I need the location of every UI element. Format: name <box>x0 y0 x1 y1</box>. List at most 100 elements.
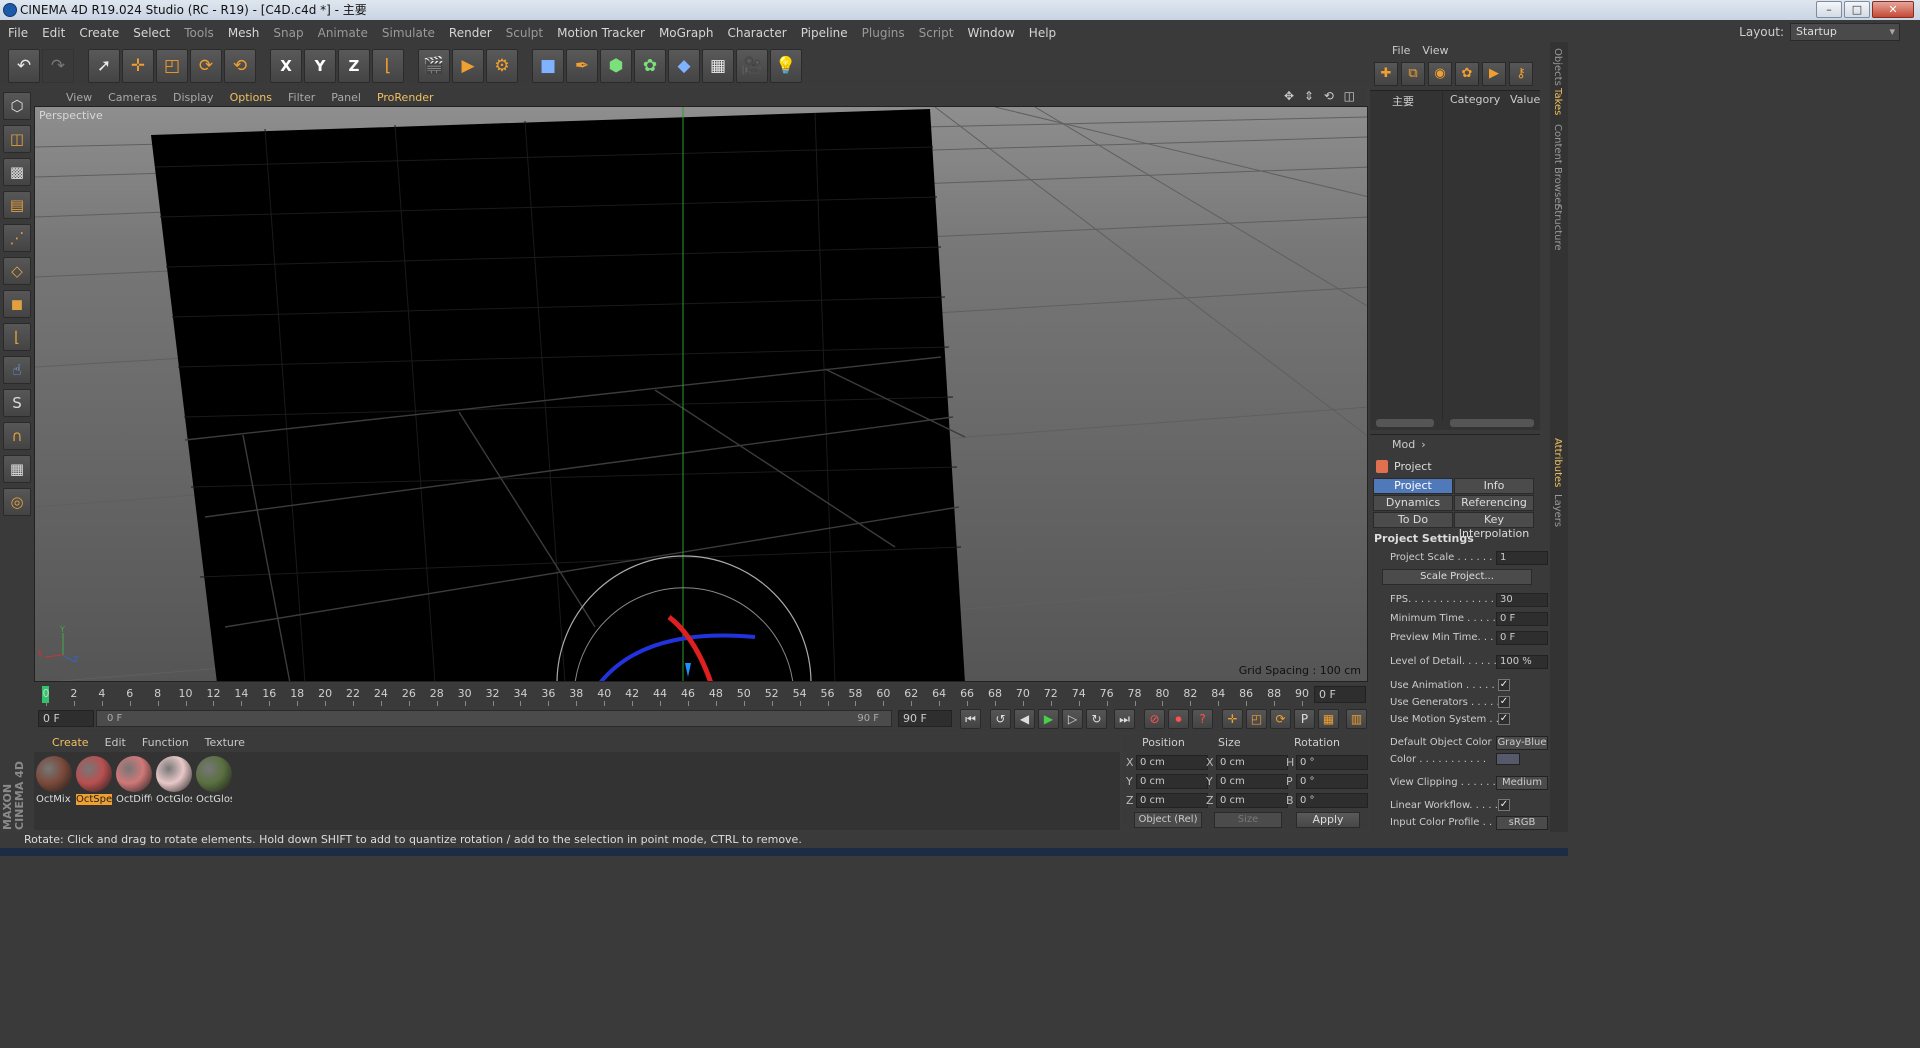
render-view-icon[interactable]: 🎬 <box>418 49 450 83</box>
start-frame-field[interactable]: 0 F <box>38 710 94 727</box>
viewport-menu-panel[interactable]: Panel <box>331 91 361 104</box>
tab-dynamics[interactable]: Dynamics <box>1373 495 1453 511</box>
tab-project-settings[interactable]: Project Settings <box>1373 478 1453 506</box>
preview-range-slider[interactable]: 0 F 90 F <box>96 710 892 727</box>
takes-menu-file[interactable]: File <box>1392 42 1410 60</box>
undo-icon[interactable]: ↶ <box>8 49 40 83</box>
side-tab-takes[interactable]: Takes <box>1552 88 1563 115</box>
add-take-icon[interactable]: ✚ <box>1374 62 1398 86</box>
use-generators-checkbox[interactable]: ✓ <box>1498 696 1510 708</box>
coordinate-mode-dropdown[interactable]: Object (Rel) <box>1134 812 1202 828</box>
timeline-window-icon[interactable]: ▥ <box>1346 709 1367 729</box>
previous-key-icon[interactable]: ↺ <box>990 709 1011 729</box>
axis-mode-icon[interactable]: ⌊ <box>3 323 31 351</box>
record-scale-icon[interactable]: ◰ <box>1246 709 1267 729</box>
material-item[interactable]: OctDiffu <box>116 756 152 805</box>
next-frame-icon[interactable]: ▷ <box>1062 709 1083 729</box>
input-color-profile-dropdown[interactable]: sRGB <box>1496 816 1548 830</box>
tab-referencing[interactable]: Referencing <box>1454 495 1534 511</box>
edges-mode-icon[interactable]: ◇ <box>3 257 31 285</box>
play-forward-icon[interactable]: ▶ <box>1038 709 1059 729</box>
record-rotation-icon[interactable]: ⟳ <box>1270 709 1291 729</box>
minimum-time-field[interactable]: 0 F <box>1496 612 1548 626</box>
cube-icon[interactable]: ■ <box>532 49 564 83</box>
size-y-field[interactable]: 0 cm <box>1216 774 1288 789</box>
scale-project-button[interactable]: Scale Project... <box>1382 569 1532 585</box>
side-tab-attributes[interactable]: Attributes <box>1552 438 1563 487</box>
view-clipping-dropdown[interactable]: Medium <box>1496 776 1548 790</box>
material-menu-edit[interactable]: Edit <box>105 734 126 752</box>
value-column-header[interactable]: Value <box>1510 93 1540 107</box>
pen-spline-icon[interactable]: ✒ <box>566 49 598 83</box>
x-axis-lock-icon[interactable]: X <box>270 49 302 83</box>
rotate-icon[interactable]: ⟳ <box>190 49 222 83</box>
menu-character[interactable]: Character <box>727 26 786 40</box>
record-position-icon[interactable]: ✛ <box>1222 709 1243 729</box>
polygons-mode-icon[interactable]: ◼ <box>3 290 31 318</box>
record-point-level-icon[interactable]: ▦ <box>1318 709 1339 729</box>
previous-frame-icon[interactable]: ◀ <box>1014 709 1035 729</box>
rotation-h-field[interactable]: 0 ° <box>1296 755 1368 770</box>
menu-mograph[interactable]: MoGraph <box>659 26 714 40</box>
size-mode-dropdown[interactable]: Size <box>1214 812 1282 828</box>
perspective-viewport[interactable]: Perspective Y X Z Grid Spacing : 100 cm <box>34 106 1368 682</box>
floor-environment-icon[interactable]: ▦ <box>702 49 734 83</box>
autokeying-icon[interactable]: ⏺ <box>1168 709 1189 729</box>
texture-mode-icon[interactable]: ▩ <box>3 158 31 186</box>
menu-file[interactable]: File <box>8 26 28 40</box>
takes-right-scrollbar[interactable] <box>1450 419 1534 427</box>
attributes-mode-menu[interactable]: Mod <box>1392 438 1415 451</box>
menu-plugins[interactable]: Plugins <box>862 26 905 40</box>
viewport-menu-view[interactable]: View <box>66 91 92 104</box>
close-button[interactable]: ✕ <box>1872 1 1914 18</box>
magnet-icon[interactable]: ∩ <box>3 422 31 450</box>
rotation-b-field[interactable]: 0 ° <box>1296 793 1368 808</box>
take-main-row[interactable]: 主要 <box>1392 93 1414 108</box>
clone-take-icon[interactable]: ⧉ <box>1401 62 1425 86</box>
menu-render[interactable]: Render <box>449 26 492 40</box>
takes-left-scrollbar[interactable] <box>1376 419 1434 427</box>
subdivision-icon[interactable]: ⬢ <box>600 49 632 83</box>
menu-snap[interactable]: Snap <box>273 26 303 40</box>
render-picture-viewer-icon[interactable]: ▶ <box>452 49 484 83</box>
move-icon[interactable]: ✛ <box>122 49 154 83</box>
light-icon[interactable]: 💡 <box>770 49 802 83</box>
maximize-button[interactable]: □ <box>1844 1 1870 18</box>
menu-motion-tracker[interactable]: Motion Tracker <box>557 26 645 40</box>
side-tab-objects[interactable]: Objects <box>1552 48 1563 86</box>
position-y-field[interactable]: 0 cm <box>1136 774 1208 789</box>
use-animation-checkbox[interactable]: ✓ <box>1498 679 1510 691</box>
color-swatch[interactable] <box>1496 753 1520 765</box>
linear-workflow-checkbox[interactable]: ✓ <box>1498 799 1510 811</box>
y-axis-lock-icon[interactable]: Y <box>304 49 336 83</box>
take-lock-icon[interactable]: ⚷ <box>1509 62 1533 86</box>
coordinate-system-icon[interactable]: ⌊ <box>372 49 404 83</box>
points-mode-icon[interactable]: ⋰ <box>3 224 31 252</box>
viewport-menu-display[interactable]: Display <box>173 91 214 104</box>
planar-workplane-icon[interactable]: ◎ <box>3 488 31 516</box>
current-frame-field[interactable]: 0 F <box>1314 686 1366 703</box>
viewport-menu-prorender[interactable]: ProRender <box>377 91 434 104</box>
record-active-objects-icon[interactable]: ⊘ <box>1144 709 1165 729</box>
locked-workplane-icon[interactable]: ▦ <box>3 455 31 483</box>
minimize-button[interactable]: – <box>1816 1 1842 18</box>
scale-icon[interactable]: ◰ <box>156 49 188 83</box>
menu-mesh[interactable]: Mesh <box>228 26 260 40</box>
viewport-menu-filter[interactable]: Filter <box>288 91 315 104</box>
menu-select[interactable]: Select <box>133 26 170 40</box>
tab-key-interpolation[interactable]: Key Interpolation <box>1454 512 1534 540</box>
auto-take-icon[interactable]: ◉ <box>1428 62 1452 86</box>
position-z-field[interactable]: 0 cm <box>1136 793 1208 808</box>
preview-min-time-field[interactable]: 0 F <box>1496 631 1548 645</box>
z-axis-lock-icon[interactable]: Z <box>338 49 370 83</box>
viewport-navigation-icons[interactable]: ✥ ⇕ ⟲ ◫ <box>1284 89 1358 103</box>
timeline-ruler[interactable]: 0 F 0 2 4 6 8 10 12 14 16 18 20 22 24 26 28 30 32 34 36 38 4… <box>34 684 1368 706</box>
material-item[interactable]: OctSpec <box>76 756 112 805</box>
end-frame-field[interactable]: 90 F <box>898 710 952 727</box>
tweak-mode-icon[interactable]: ☝ <box>3 356 31 384</box>
menu-help[interactable]: Help <box>1029 26 1056 40</box>
fps-field[interactable]: 30 <box>1496 593 1548 607</box>
menu-edit[interactable]: Edit <box>42 26 65 40</box>
level-of-detail-field[interactable]: 100 % <box>1496 655 1548 669</box>
next-key-icon[interactable]: ↻ <box>1086 709 1107 729</box>
